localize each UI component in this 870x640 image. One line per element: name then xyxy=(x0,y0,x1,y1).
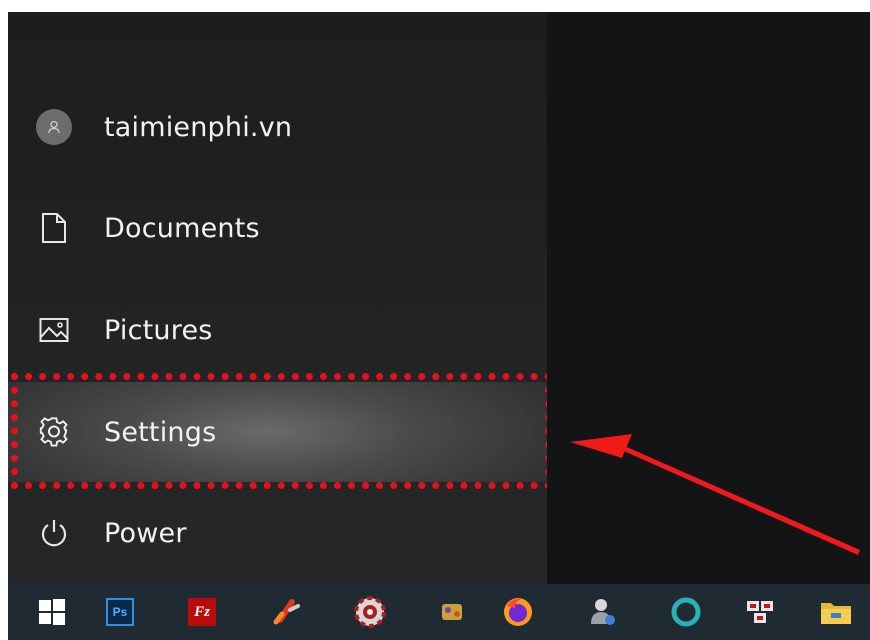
documents-label: Documents xyxy=(104,212,260,244)
sync-icon[interactable] xyxy=(668,594,704,630)
power-label: Power xyxy=(104,517,187,549)
desktop-background xyxy=(547,12,870,584)
start-menu-documents[interactable]: Documents xyxy=(8,178,547,278)
screen: taimienphi.vn Documents Pictures Setting… xyxy=(8,12,870,640)
casino-chip-icon[interactable] xyxy=(352,594,388,630)
settings-label: Settings xyxy=(104,416,217,448)
photoshop-text: Ps xyxy=(112,605,128,619)
filezilla-icon[interactable]: Fz xyxy=(184,594,220,630)
user-admin-icon[interactable] xyxy=(584,594,620,630)
game-app-icon[interactable] xyxy=(434,594,470,630)
start-menu-user[interactable]: taimienphi.vn xyxy=(8,77,547,177)
firefox-icon[interactable] xyxy=(500,594,536,630)
start-menu-pictures[interactable]: Pictures xyxy=(8,280,547,380)
start-menu-settings[interactable]: Settings xyxy=(8,382,547,482)
ccleaner-icon[interactable] xyxy=(268,594,304,630)
user-avatar-icon xyxy=(32,105,76,149)
unikey-icon[interactable] xyxy=(742,594,778,630)
pictures-icon xyxy=(32,308,76,352)
pictures-label: Pictures xyxy=(104,314,213,346)
taskbar: Ps Fz xyxy=(8,584,870,640)
document-icon xyxy=(32,206,76,250)
file-explorer-icon[interactable] xyxy=(818,594,854,630)
user-name: taimienphi.vn xyxy=(104,111,293,143)
start-menu: taimienphi.vn Documents Pictures Setting… xyxy=(8,12,552,584)
filezilla-text: Fz xyxy=(194,603,210,620)
gear-icon xyxy=(32,410,76,454)
start-menu-power[interactable]: Power xyxy=(8,483,547,583)
power-icon xyxy=(32,511,76,555)
windows-start-icon[interactable] xyxy=(34,594,70,630)
photoshop-icon[interactable]: Ps xyxy=(102,594,138,630)
